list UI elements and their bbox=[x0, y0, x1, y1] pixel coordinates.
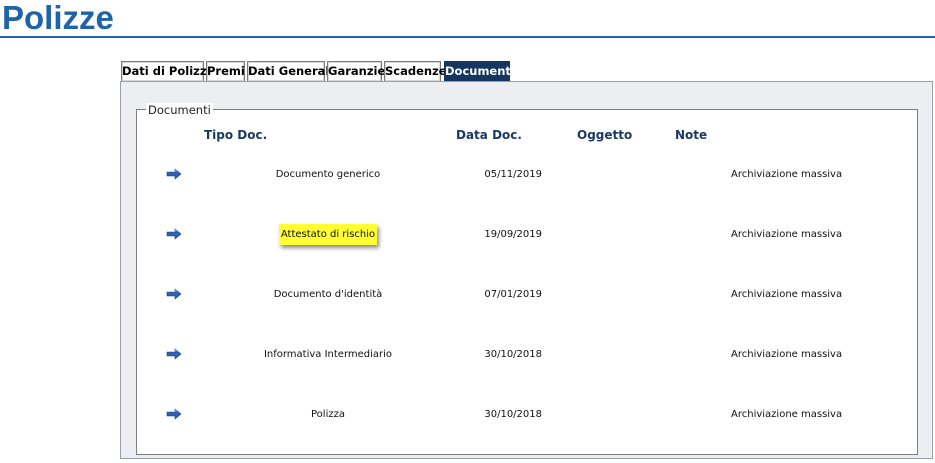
table-row: Documento generico 05/11/2019 Archiviazi… bbox=[137, 165, 917, 185]
column-header-oggetto: Oggetto bbox=[577, 128, 633, 142]
tipo-doc-text: Documento d'identità bbox=[273, 289, 383, 300]
cell-data-doc: 05/11/2019 bbox=[484, 169, 542, 180]
tab-scadenze[interactable]: Scadenze bbox=[384, 61, 447, 81]
table-row: Polizza 30/10/2018 Archiviazione massiva bbox=[137, 405, 917, 425]
documents-legend: Documenti bbox=[146, 103, 213, 117]
column-header-data-doc: Data Doc. bbox=[456, 128, 522, 142]
tipo-doc-text: Informativa Intermediario bbox=[263, 349, 393, 360]
arrow-right-icon[interactable] bbox=[166, 168, 182, 180]
cell-note: Archiviazione massiva bbox=[731, 169, 843, 180]
column-header-tipo-doc: Tipo Doc. bbox=[204, 128, 268, 142]
cell-tipo-doc: Polizza bbox=[217, 405, 439, 425]
title-divider bbox=[0, 36, 935, 38]
cell-data-doc: 19/09/2019 bbox=[484, 229, 542, 240]
arrow-right-icon[interactable] bbox=[166, 288, 182, 300]
cell-tipo-doc: Documento generico bbox=[217, 165, 439, 185]
cell-note: Archiviazione massiva bbox=[731, 349, 843, 360]
table-row: Documento d'identità 07/01/2019 Archivia… bbox=[137, 285, 917, 305]
column-header-note: Note bbox=[675, 128, 708, 142]
arrow-right-icon[interactable] bbox=[166, 348, 182, 360]
cell-data-doc: 30/10/2018 bbox=[484, 409, 542, 420]
cell-data-doc: 07/01/2019 bbox=[484, 289, 542, 300]
cell-note: Archiviazione massiva bbox=[731, 409, 843, 420]
page-title: Polizze bbox=[2, 0, 114, 36]
tab-dati-di-polizza[interactable]: Dati di Polizza bbox=[121, 61, 214, 81]
arrow-right-icon[interactable] bbox=[166, 408, 182, 420]
tab-premi[interactable]: Premi bbox=[206, 61, 245, 81]
tab-dati-generali[interactable]: Dati Generali bbox=[247, 61, 333, 81]
arrow-right-icon[interactable] bbox=[166, 228, 182, 240]
tipo-doc-text-highlighted: Attestato di rischio bbox=[278, 224, 378, 245]
cell-tipo-doc: Documento d'identità bbox=[217, 285, 439, 305]
tab-garanzie[interactable]: Garanzie bbox=[327, 61, 385, 81]
tipo-doc-text: Documento generico bbox=[275, 169, 381, 180]
cell-tipo-doc: Attestato di rischio bbox=[217, 224, 439, 245]
cell-tipo-doc: Informativa Intermediario bbox=[217, 345, 439, 365]
documents-fieldset bbox=[136, 109, 918, 455]
tipo-doc-text: Polizza bbox=[311, 409, 345, 420]
table-row: Attestato di rischio 19/09/2019 Archivia… bbox=[137, 224, 917, 245]
cell-note: Archiviazione massiva bbox=[731, 289, 843, 300]
cell-data-doc: 30/10/2018 bbox=[484, 349, 542, 360]
cell-note: Archiviazione massiva bbox=[731, 229, 843, 240]
tab-documenti[interactable]: Documenti bbox=[444, 61, 515, 81]
table-row: Informativa Intermediario 30/10/2018 Arc… bbox=[137, 345, 917, 365]
